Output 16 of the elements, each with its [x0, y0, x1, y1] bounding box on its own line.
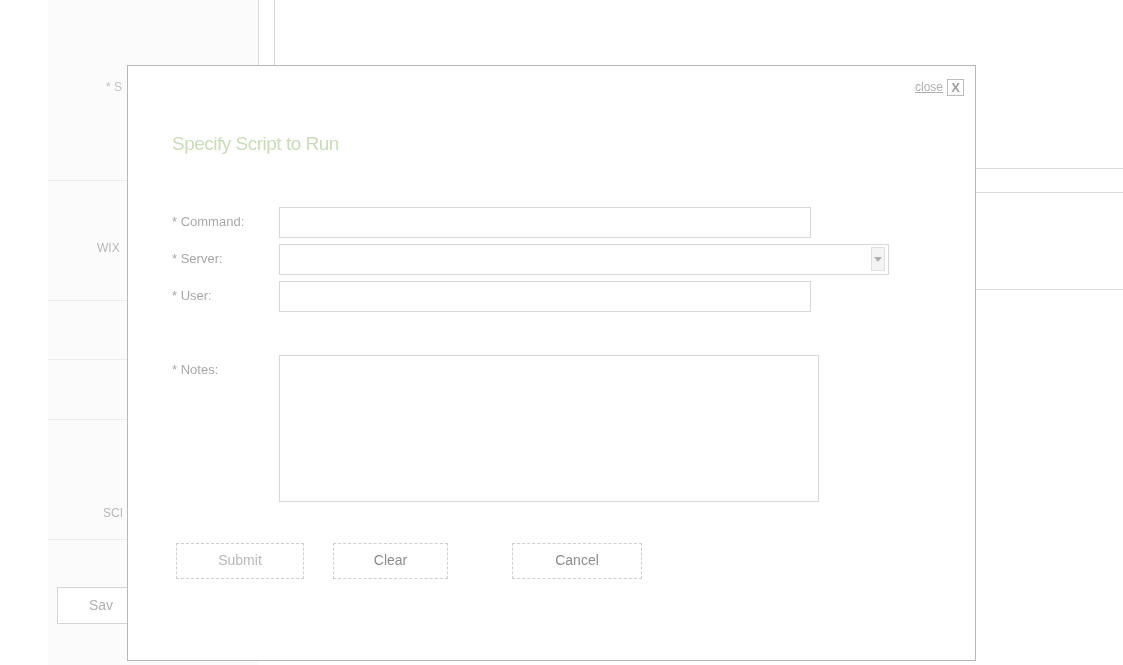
- dialog-title: Specify Script to Run: [172, 132, 340, 156]
- notes-field[interactable]: [279, 354, 819, 502]
- text-field[interactable]: [279, 206, 811, 238]
- field-label: * Command:: [172, 212, 246, 231]
- field-label: * Server:: [172, 249, 224, 268]
- dialog-button[interactable]: Cancel: [512, 542, 642, 579]
- dialog-button[interactable]: Clear: [333, 542, 448, 579]
- dropdown-caret-icon: [871, 247, 885, 271]
- server-dropdown[interactable]: [279, 243, 889, 275]
- close-link[interactable]: close: [915, 78, 943, 96]
- close-icon[interactable]: X: [947, 78, 964, 96]
- text-field[interactable]: [279, 280, 811, 312]
- background-label: WIX: [97, 241, 120, 255]
- field-label: * Notes:: [172, 360, 220, 379]
- background-label: SCI: [103, 506, 123, 520]
- field-label: * User:: [172, 286, 213, 305]
